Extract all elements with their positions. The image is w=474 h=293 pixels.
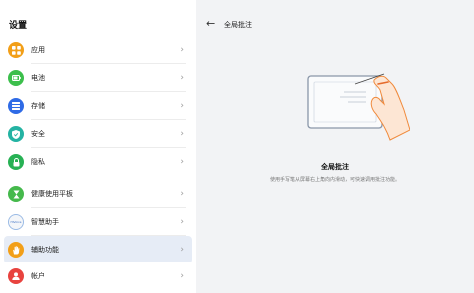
settings-group: 应用 › 电池 › 存储 › 安全 › 隐私 › bbox=[4, 36, 192, 176]
battery-icon bbox=[8, 70, 24, 86]
sidebar-item-battery[interactable]: 电池 › bbox=[4, 64, 192, 92]
stylus-annotation-illustration bbox=[300, 70, 411, 154]
chevron-right-icon: › bbox=[180, 217, 184, 227]
sidebar-item-label: 智慧助手 bbox=[31, 218, 59, 226]
chevron-right-icon: › bbox=[180, 157, 184, 167]
sidebar-item-label: 辅助功能 bbox=[31, 246, 59, 254]
chevron-right-icon: › bbox=[180, 271, 184, 281]
settings-sidebar: 设置 应用 › 电池 › 存储 › 安全 › 隐私 › 健康使用平板 › HiV… bbox=[0, 0, 196, 293]
settings-group: 健康使用平板 › HiVoice 智慧助手 › 辅助功能 › bbox=[4, 180, 192, 264]
assistant-icon: HiVoice bbox=[8, 214, 24, 230]
sidebar-item-account[interactable]: 帐户 › bbox=[4, 262, 192, 290]
sidebar-item-label: 电池 bbox=[31, 74, 45, 82]
settings-group: 帐户 › bbox=[4, 262, 192, 290]
lock-icon bbox=[8, 154, 24, 170]
sidebar-item-security[interactable]: 安全 › bbox=[4, 120, 192, 148]
sidebar-item-label: 帐户 bbox=[31, 272, 45, 280]
sidebar-item-label: 健康使用平板 bbox=[31, 190, 73, 198]
sidebar-item-assistant[interactable]: HiVoice 智慧助手 › bbox=[4, 208, 192, 236]
sidebar-item-storage[interactable]: 存储 › bbox=[4, 92, 192, 120]
detail-pane: ← 全局批注 全局批注 使用手写笔从屏幕右上角向内滑动，可快速调用批注功能。 bbox=[196, 0, 474, 293]
sidebar-item-tablet-health[interactable]: 健康使用平板 › bbox=[4, 180, 192, 208]
sidebar-item-accessibility[interactable]: 辅助功能 › bbox=[4, 236, 192, 264]
sidebar-item-privacy[interactable]: 隐私 › bbox=[4, 148, 192, 176]
assistant-icon-text: HiVoice bbox=[10, 220, 22, 224]
chevron-right-icon: › bbox=[180, 189, 184, 199]
feature-description: 使用手写笔从屏幕右上角向内滑动，可快速调用批注功能。 bbox=[269, 177, 400, 183]
chevron-right-icon: › bbox=[180, 101, 184, 111]
shield-icon bbox=[8, 126, 24, 142]
sidebar-item-apps[interactable]: 应用 › bbox=[4, 36, 192, 64]
chevron-right-icon: › bbox=[180, 73, 184, 83]
storage-icon bbox=[8, 98, 24, 114]
feature-title: 全局批注 bbox=[321, 163, 349, 171]
chevron-right-icon: › bbox=[180, 45, 184, 55]
chevron-right-icon: › bbox=[180, 129, 184, 139]
sidebar-item-label: 隐私 bbox=[31, 158, 45, 166]
chevron-right-icon: › bbox=[180, 245, 184, 255]
hand-icon bbox=[8, 242, 24, 258]
sidebar-title: 设置 bbox=[9, 21, 28, 31]
sidebar-item-label: 应用 bbox=[31, 46, 45, 54]
user-icon bbox=[8, 268, 24, 284]
back-arrow-icon[interactable]: ← bbox=[206, 17, 215, 30]
apps-icon bbox=[8, 42, 24, 58]
page-title: 全局批注 bbox=[224, 21, 252, 29]
sidebar-item-label: 安全 bbox=[31, 130, 45, 138]
sidebar-item-label: 存储 bbox=[31, 102, 45, 110]
hourglass-icon bbox=[8, 186, 24, 202]
